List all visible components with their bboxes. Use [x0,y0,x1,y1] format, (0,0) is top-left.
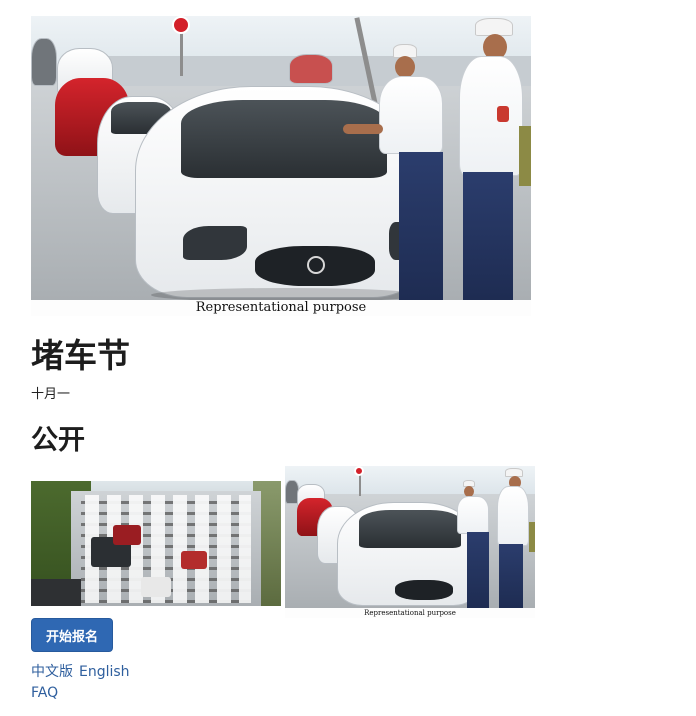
event-date: 十月一 [31,387,71,402]
hero-caption: Representational purpose [195,300,367,315]
hero-photo-scene [31,16,531,300]
faq-link[interactable]: FAQ [31,685,58,701]
police-photo-scene [285,466,535,608]
traffic-jam-image [31,481,281,606]
signup-button[interactable]: 开始报名 [31,618,113,652]
event-title: 堵车节 [31,336,130,375]
faq-row: FAQ [31,682,58,703]
police-checkpoint-image: Representational purpose [285,466,535,618]
lang-chinese-link[interactable]: 中文版 [31,662,73,682]
police-image-caption: Representational purpose [364,609,456,617]
visibility-heading: 公开 [31,425,85,456]
hero-image: Representational purpose [31,16,531,316]
lang-english-link[interactable]: English [79,662,130,682]
language-switcher: 中文版 English [31,662,130,682]
